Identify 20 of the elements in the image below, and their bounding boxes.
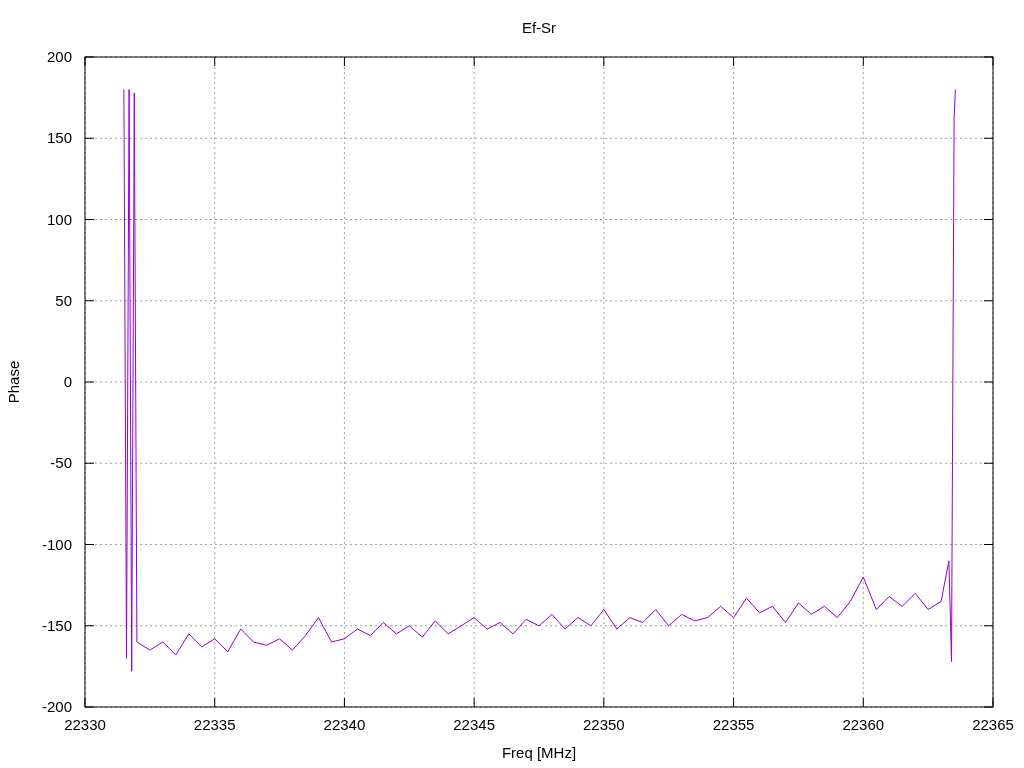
y-tick-label: 50: [55, 291, 72, 309]
y-tick-label: -200: [41, 698, 72, 715]
y-tick-label: 0: [63, 373, 72, 390]
y-tick-label: -150: [41, 616, 72, 634]
y-tick-label: -50: [50, 454, 72, 472]
x-tick-label: 22365: [972, 716, 1014, 733]
y-axis-title: Phase: [5, 360, 22, 404]
x-tick-label: 22335: [193, 716, 236, 733]
x-tick-label: 22345: [453, 716, 495, 733]
x-tick-label: 22340: [323, 716, 366, 733]
x-tick-label: 22360: [842, 716, 885, 733]
y-tick-label: -100: [41, 535, 72, 553]
y-tick-label: 150: [46, 129, 72, 147]
y-tick-label: 100: [46, 210, 72, 228]
x-tick-label: 22330: [64, 716, 106, 733]
chart-title: Ef-Sr: [521, 19, 557, 36]
y-tick-label: 200: [46, 48, 72, 65]
x-tick-label: 22355: [712, 716, 755, 733]
x-tick-label: 22350: [583, 716, 625, 733]
x-axis-title: Freq [MHz]: [501, 744, 577, 761]
